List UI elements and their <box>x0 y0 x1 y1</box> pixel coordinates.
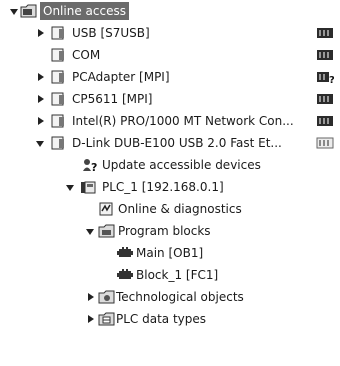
tree-item-com[interactable]: COM <box>0 44 340 66</box>
program-block-icon <box>116 267 134 283</box>
connection-status-unknown-icon: ? <box>316 70 335 86</box>
expand-arrow-icon[interactable] <box>38 117 44 125</box>
tree-item-plc[interactable]: PLC_1 [192.168.0.1] <box>0 176 340 198</box>
expand-arrow-icon[interactable] <box>38 29 44 37</box>
tree-item-plc-data-types[interactable]: PLC data types <box>0 308 340 330</box>
folder-icon <box>98 223 116 239</box>
connection-status-icon <box>316 92 334 106</box>
tree-item-dlink[interactable]: D-Link DUB-E100 USB 2.0 Fast Et... <box>0 132 340 154</box>
folder-icon <box>20 3 38 19</box>
tree-item-update-devices[interactable]: ? Update accessible devices <box>0 154 340 176</box>
plc-icon <box>80 179 98 195</box>
network-interface-icon <box>50 25 68 41</box>
tree-item-pcadapter[interactable]: PCAdapter [MPI] ? <box>0 66 340 88</box>
network-interface-icon <box>50 69 68 85</box>
update-label: Update accessible devices <box>102 158 261 172</box>
diagnostics-icon <box>98 201 116 217</box>
tech-label: Technological objects <box>116 290 244 304</box>
root-label: Online access <box>40 2 129 20</box>
plc-label: PLC_1 [192.168.0.1] <box>102 180 224 194</box>
svg-text:?: ? <box>91 161 97 173</box>
expand-arrow-icon[interactable] <box>88 315 94 323</box>
network-interface-icon <box>50 113 68 129</box>
connection-status-icon <box>316 114 334 128</box>
tree-item-main-ob1[interactable]: Main [OB1] <box>0 242 340 264</box>
com-label: COM <box>72 48 101 62</box>
tree-item-program-blocks[interactable]: Program blocks <box>0 220 340 242</box>
tree-item-usb[interactable]: USB [S7USB] <box>0 22 340 44</box>
expand-arrow-icon[interactable] <box>88 293 94 301</box>
expand-arrow-icon[interactable] <box>10 9 18 15</box>
expand-arrow-icon[interactable] <box>38 73 44 81</box>
main-label: Main [OB1] <box>136 246 204 260</box>
project-tree: Online access USB [S7USB] COM PCAdapter … <box>0 0 340 366</box>
tree-item-block1-fc1[interactable]: Block_1 [FC1] <box>0 264 340 286</box>
program-blocks-label: Program blocks <box>118 224 211 238</box>
intel-label: Intel(R) PRO/1000 MT Network Con... <box>72 114 294 128</box>
expand-arrow-icon[interactable] <box>66 185 74 191</box>
network-interface-icon <box>50 47 68 63</box>
tree-item-technological-objects[interactable]: Technological objects <box>0 286 340 308</box>
plctypes-label: PLC data types <box>116 312 207 326</box>
network-interface-icon <box>50 91 68 107</box>
svg-text:?: ? <box>329 75 334 84</box>
diag-label: Online & diagnostics <box>118 202 242 216</box>
data-types-icon <box>98 311 116 327</box>
update-devices-icon: ? <box>82 157 100 174</box>
dlink-label: D-Link DUB-E100 USB 2.0 Fast Et... <box>72 136 282 150</box>
tree-item-online-access[interactable]: Online access <box>0 0 340 22</box>
technology-object-icon <box>98 289 116 305</box>
expand-arrow-icon[interactable] <box>38 95 44 103</box>
tree-item-online-diagnostics[interactable]: Online & diagnostics <box>0 198 340 220</box>
connection-status-icon <box>316 48 334 62</box>
tree-item-intel[interactable]: Intel(R) PRO/1000 MT Network Con... <box>0 110 340 132</box>
connection-status-icon <box>316 136 334 150</box>
program-block-icon <box>116 245 134 261</box>
block1-label: Block_1 [FC1] <box>136 268 219 282</box>
tree-item-cp5611[interactable]: CP5611 [MPI] <box>0 88 340 110</box>
usb-label: USB [S7USB] <box>72 26 150 40</box>
pcadapter-label: PCAdapter [MPI] <box>72 70 170 84</box>
expand-arrow-icon[interactable] <box>36 141 44 147</box>
connection-status-icon <box>316 26 334 40</box>
expand-arrow-icon[interactable] <box>86 229 94 235</box>
cp5611-label: CP5611 [MPI] <box>72 92 153 106</box>
network-interface-icon <box>50 135 68 151</box>
